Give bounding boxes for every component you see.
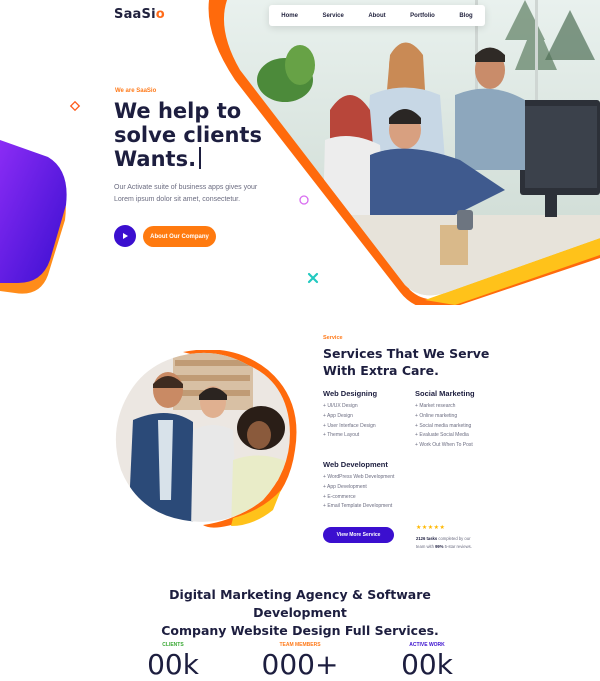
hero-title-line-2: solve clients: [114, 123, 262, 147]
nav-service[interactable]: Service: [322, 13, 343, 19]
full-services-title-line-2: Company Website Design Full Services.: [161, 623, 439, 638]
services-title: Services That We Serve With Extra Care.: [323, 345, 489, 379]
list-item: App Development: [323, 483, 394, 493]
nav-home[interactable]: Home: [281, 13, 298, 19]
services-title-line-2: With Extra Care.: [323, 363, 439, 378]
stat-value: 00k: [401, 648, 453, 681]
tasks-count: 2126 tasks: [416, 536, 438, 541]
list-item: User Interface Design: [323, 422, 377, 432]
service-column-heading: Social Marketing: [415, 389, 475, 398]
rating-text-1: completed by our: [437, 536, 471, 541]
service-list: UI/UX Design App Design User Interface D…: [323, 402, 377, 441]
rating-summary: 2126 tasks completed by our team with 99…: [416, 535, 486, 551]
purple-blob-decoration: [0, 140, 67, 294]
list-item: App Design: [323, 412, 377, 422]
list-item: Social media marketing: [415, 422, 475, 432]
about-company-button[interactable]: About Our Company: [143, 226, 216, 247]
service-column-web-designing: Web Designing UI/UX Design App Design Us…: [323, 389, 377, 441]
service-list: Market research Online marketing Social …: [415, 402, 475, 451]
rating-text-2: team with: [416, 544, 436, 549]
rating-stars: ★★★★★: [416, 525, 446, 531]
logo[interactable]: SaaSio: [114, 7, 165, 22]
play-video-button[interactable]: [114, 225, 136, 247]
nav-portfolio[interactable]: Portfolio: [410, 13, 435, 19]
list-item: Evaluate Social Media: [415, 431, 475, 441]
main-nav: Home Service About Portfolio Blog: [269, 5, 485, 26]
play-icon: [123, 233, 128, 239]
diamond-decoration: [69, 100, 81, 112]
list-item: Email Template Development: [323, 502, 394, 512]
list-item: E-commerce: [323, 493, 394, 503]
nav-blog[interactable]: Blog: [459, 13, 472, 19]
service-column-heading: Web Designing: [323, 389, 378, 398]
stat-clients: CLIENTS 00k: [143, 642, 203, 681]
hero-title-line-1: We help to: [114, 99, 242, 123]
service-column-web-development: Web Development WordPress Web Developmen…: [323, 460, 394, 512]
list-item: Market research: [415, 402, 475, 412]
text-cursor: [199, 147, 201, 169]
stat-active-work: ACTIVE WORK 00k: [395, 642, 459, 681]
hero-description: Our Activate suite of business apps give…: [114, 184, 258, 203]
list-item: Work Out When To Post: [415, 441, 475, 451]
full-services-title: Digital Marketing Agency & Software Deve…: [130, 586, 470, 640]
list-item: WordPress Web Development: [323, 473, 394, 483]
hero-title: We help to solve clients Wants.: [114, 99, 314, 171]
nav-about[interactable]: About: [368, 13, 385, 19]
stat-team-members: TEAM MEMBERS 000+: [255, 642, 345, 681]
full-services-title-line-1: Digital Marketing Agency & Software Deve…: [169, 587, 431, 620]
stat-value: 00k: [147, 648, 199, 681]
services-title-line-1: Services That We Serve: [323, 346, 490, 361]
logo-accent: o: [155, 7, 165, 22]
logo-text: SaaSi: [114, 7, 156, 22]
list-item: UI/UX Design: [323, 402, 377, 412]
stat-value: 000+: [261, 648, 339, 681]
services-team-photo: [115, 350, 297, 528]
rating-text-3: 5-star reviews.: [443, 544, 472, 549]
list-item: Online marketing: [415, 412, 475, 422]
service-column-social-marketing: Social Marketing Market research Online …: [415, 389, 475, 451]
services-eyebrow: Service: [323, 335, 343, 341]
view-more-service-button[interactable]: View More Service: [323, 527, 394, 543]
hero-eyebrow: We are SaaSio: [115, 88, 157, 94]
hero-title-line-3-text: Wants.: [114, 147, 197, 171]
hero-title-line-3: Wants.: [114, 147, 314, 171]
service-list: WordPress Web Development App Developmen…: [323, 473, 394, 512]
service-column-heading: Web Development: [323, 460, 388, 469]
list-item: Theme Layout: [323, 431, 377, 441]
